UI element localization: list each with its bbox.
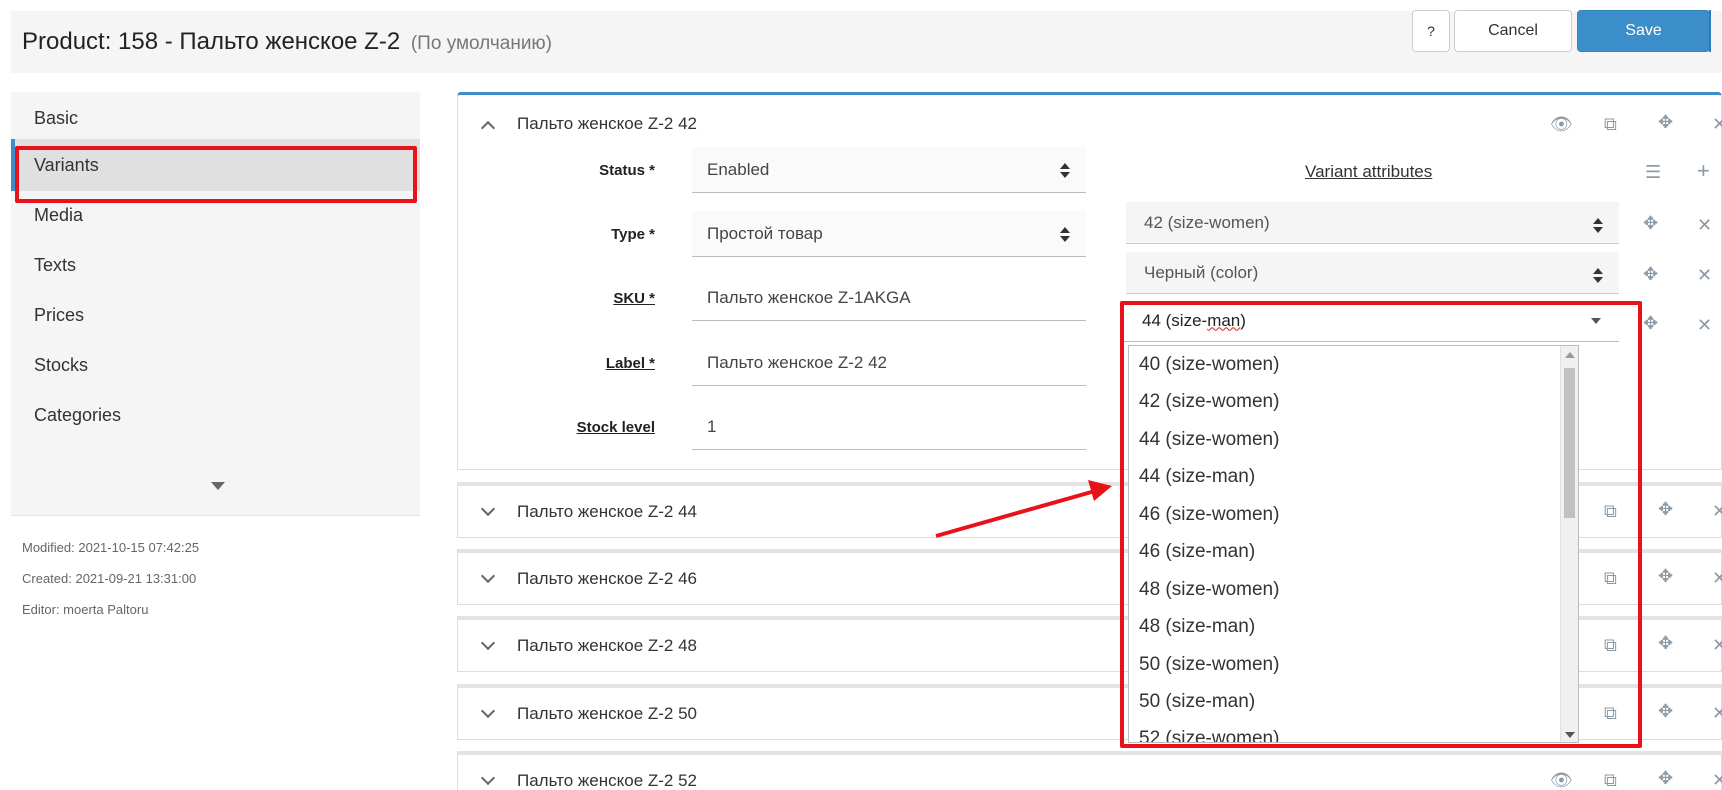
annotation-arrow	[935, 480, 1112, 538]
annotation-arrow-head	[1088, 480, 1112, 501]
annotation-arrow-line	[935, 489, 1096, 538]
